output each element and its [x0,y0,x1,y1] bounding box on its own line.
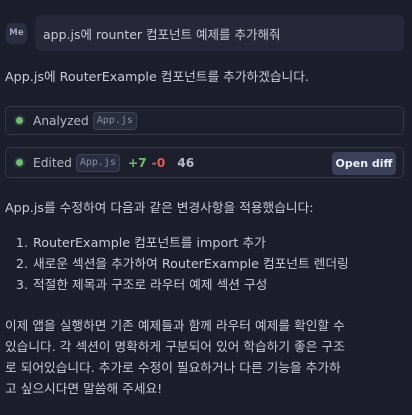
list-item-number: 3. [15,277,28,292]
open-diff-button[interactable]: Open diff [332,152,396,175]
status-dot-icon [16,117,23,124]
deletions-count: -0 [151,155,166,170]
list-item-text: 적절한 제목과 구조로 라우터 예제 섹션 구성 [33,277,268,292]
assistant-summary: App.js를 수정하여 다음과 같은 변경사항을 적용했습니다: [5,200,314,215]
additions-count: +7 [127,155,147,170]
list-item-text: RouterExample 컴포넌트를 import 추가 [33,235,266,250]
change-list: 1. RouterExample 컴포넌트를 import 추가 2. 새로운 … [5,232,406,295]
list-item: 2. 새로운 섹션을 추가하여 RouterExample 컴포넌트 렌더링 [5,253,406,274]
closing-line: 고 싶으시다면 말씀해 주세요! [5,381,163,396]
list-item-text: 새로운 섹션을 추가하여 RouterExample 컴포넌트 렌더링 [33,256,349,271]
list-item: 3. 적절한 제목과 구조로 라우터 예제 섹션 구성 [5,274,406,295]
tool-call-edited[interactable]: Edited App.js +7 -0 46 Open diff [5,147,404,178]
user-avatar: Me [6,22,27,44]
tool-call-label: Edited [33,155,72,170]
total-lines-count: 46 [177,155,195,170]
user-message-bubble: app.js에 rounter 컴포넌트 예제를 추가해줘 [35,15,404,51]
tool-call-label: Analyzed [33,113,89,128]
assistant-closing-paragraph: 이제 앱을 실행하면 기존 예제들과 함께 라우터 예제를 확인할 수 있습니다… [5,315,406,399]
closing-line: 이제 앱을 실행하면 기존 예제들과 함께 라우터 예제를 확인할 수 [5,318,345,333]
tool-call-analyzed[interactable]: Analyzed App.js [5,106,404,135]
list-item-number: 1. [15,235,28,250]
assistant-intro: App.js에 RouterExample 컴포넌트를 추가하겠습니다. [5,69,309,84]
list-item-number: 2. [15,256,28,271]
closing-line: 있습니다. 각 섹션이 명확하게 구분되어 있어 학습하기 좋은 구조 [5,339,345,354]
closing-line: 로 되어있습니다. 추가로 수정이 필요하거나 다른 기능을 추가하 [5,360,341,375]
file-chip[interactable]: App.js [92,111,137,130]
file-chip[interactable]: App.js [75,153,120,172]
list-item: 1. RouterExample 컴포넌트를 import 추가 [5,232,406,253]
status-dot-icon [16,159,23,166]
user-message: Me app.js에 rounter 컴포넌트 예제를 추가해줘 [6,15,404,51]
